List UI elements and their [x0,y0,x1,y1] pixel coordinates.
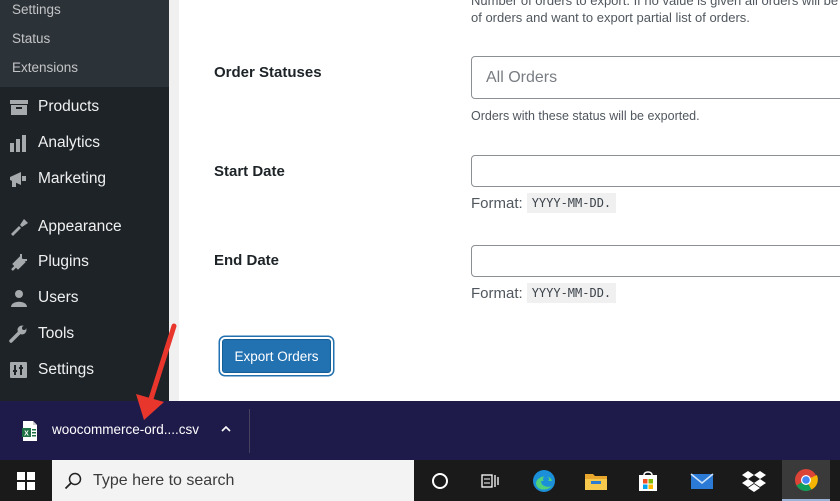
sidebar-item-analytics[interactable]: Analytics [0,126,169,160]
chrome-icon [795,468,818,491]
task-view-button[interactable] [466,460,514,501]
sidebar-item-label: Marketing [38,170,107,187]
edge-icon [533,469,555,492]
start-date-label: Start Date [214,163,285,180]
end-date-label: End Date [214,252,280,269]
search-icon [64,472,82,490]
download-item[interactable]: X woocommerce-ord....csv [16,401,248,460]
task-view-icon [481,473,499,488]
sidebar-item-label: Products [38,98,100,115]
orders-count-description: Number of orders to export. If no value … [471,0,840,8]
download-divider [249,409,250,453]
export-settings-panel: Number of orders to export. If no value … [179,0,840,401]
start-date-input[interactable] [471,155,840,187]
mail-icon [690,472,714,489]
sidebar-item-users[interactable]: Users [0,281,169,315]
download-bar: X woocommerce-ord....csv [0,401,840,460]
analytics-icon [10,135,26,152]
file-explorer-icon [585,473,607,490]
mail-button[interactable] [678,460,726,501]
export-orders-button[interactable]: Export Orders [222,339,331,373]
sidebar-item-label: Plugins [38,253,89,270]
sidebar-item-label: Users [38,289,79,306]
users-icon [11,290,27,307]
order-statuses-placeholder: All Orders [486,69,558,86]
chevron-up-icon[interactable] [219,422,233,436]
order-statuses-select[interactable]: All Orders [471,56,840,99]
sidebar-item-marketing[interactable]: Marketing [0,162,169,196]
sidebar-item-appearance[interactable]: Appearance [0,210,169,244]
start-button[interactable] [0,460,52,501]
submenu-item-extensions[interactable]: Extensions [12,60,78,75]
cortana-icon [432,472,448,489]
submenu-item-settings[interactable]: Settings [12,2,61,17]
end-date-format: Format: YYYY-MM-DD. [471,283,617,303]
search-placeholder: Type here to search [93,472,235,489]
end-date-input[interactable] [471,245,840,277]
edge-button[interactable] [520,460,568,501]
cortana-button[interactable] [416,460,464,501]
admin-sidebar: Settings Status Extensions Products Anal… [0,0,169,401]
submenu-item-status[interactable]: Status [12,31,50,46]
main-content: Number of orders to export. If no value … [169,0,840,401]
file-explorer-button[interactable] [572,460,620,501]
format-label: Format: [471,194,523,212]
download-file-name: woocommerce-ord....csv [52,422,200,437]
sidebar-item-settings[interactable]: Settings [0,353,169,387]
chrome-button[interactable] [782,460,830,501]
order-statuses-label: Order Statuses [214,64,322,81]
windows-taskbar: Type here to search [0,460,840,501]
orders-count-description-line2: of orders and want to export partial lis… [471,10,750,25]
sidebar-item-tools[interactable]: Tools [0,317,169,351]
dropbox-button[interactable] [730,460,778,501]
start-date-format: Format: YYYY-MM-DD. [471,193,617,213]
format-label: Format: [471,284,523,302]
sidebar-item-label: Tools [38,325,75,342]
format-code: YYYY-MM-DD. [526,283,617,303]
svg-text:X: X [24,431,29,438]
sidebar-item-plugins[interactable]: Plugins [0,245,169,279]
tools-icon [9,325,27,343]
appearance-icon [11,219,28,236]
sidebar-item-label: Analytics [38,134,101,151]
sidebar-item-label: Appearance [38,218,122,235]
settings-icon [10,362,27,378]
windows-logo-icon [17,471,35,490]
sidebar-item-label: Settings [38,361,95,378]
excel-file-icon: X [22,421,37,441]
dropbox-icon [742,470,766,492]
store-button[interactable] [624,460,672,501]
store-icon [639,470,657,491]
order-statuses-help: Orders with these status will be exporte… [471,109,700,123]
products-icon [10,100,28,115]
sidebar-item-products[interactable]: Products [0,90,169,124]
taskbar-search-box[interactable]: Type here to search [52,460,414,501]
marketing-icon [10,172,26,187]
plugins-icon [11,254,27,271]
screen: Settings Status Extensions Products Anal… [0,0,840,501]
format-code: YYYY-MM-DD. [526,193,617,213]
